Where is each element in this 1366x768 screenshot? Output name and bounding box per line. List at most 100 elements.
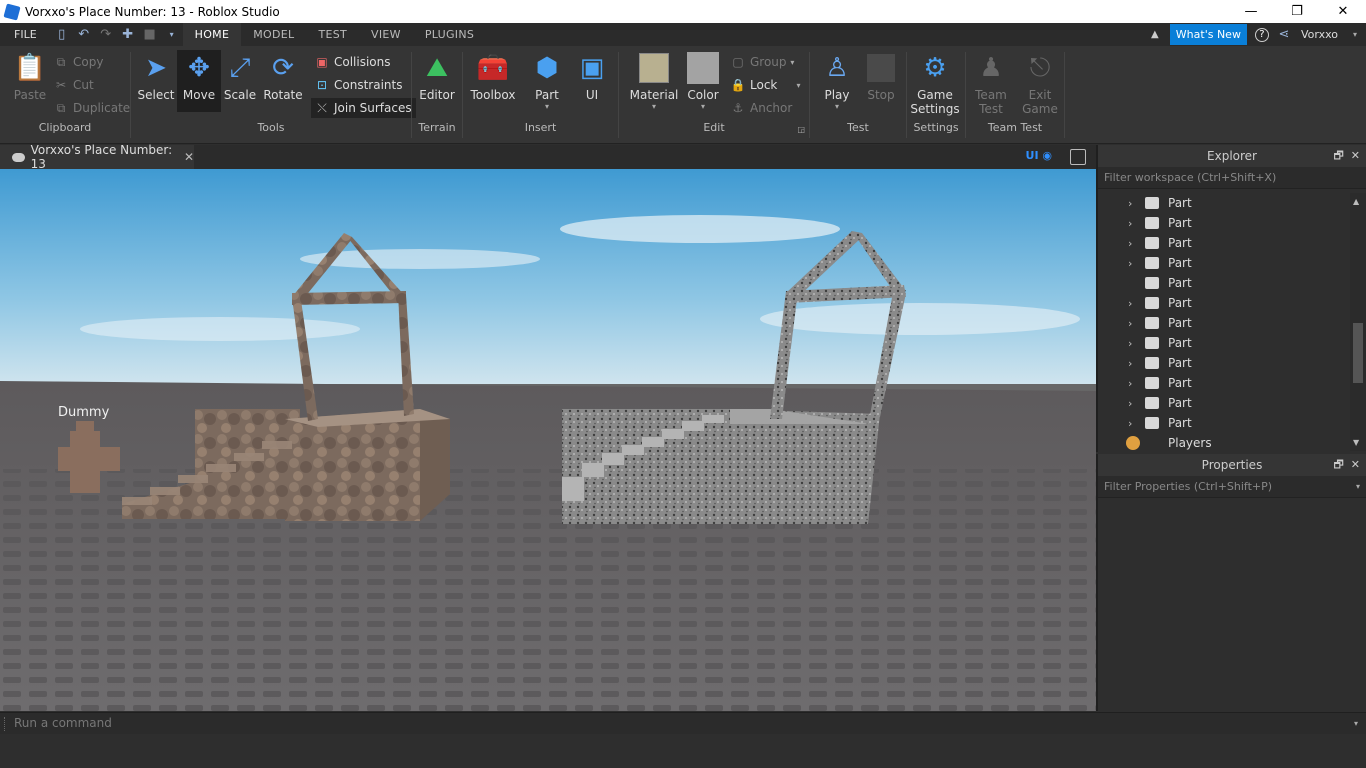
close-window-button[interactable]: ✕ [1320, 0, 1366, 23]
tree-item-part[interactable]: › Part [1098, 293, 1350, 313]
play-dropdown-icon[interactable]: ▾ [835, 102, 839, 111]
tree-item-part[interactable]: › Part [1098, 193, 1350, 213]
edit-expand-icon[interactable]: ◲ [797, 125, 805, 134]
explorer-scrollbar[interactable]: ▲ ▼ [1350, 193, 1366, 451]
tree-item-part[interactable]: › Part [1098, 373, 1350, 393]
color-dropdown-icon[interactable]: ▾ [701, 102, 705, 111]
anchor-button[interactable]: ⚓ Anchor [731, 98, 793, 118]
stop-button[interactable]: Stop [859, 50, 903, 112]
tree-item-part[interactable]: › Part [1098, 253, 1350, 273]
play-button[interactable]: ♙ Play ▾ [815, 50, 859, 112]
material-dropdown-icon[interactable]: ▾ [652, 102, 656, 111]
explorer-filter-input[interactable]: Filter workspace (Ctrl+Shift+X) [1098, 167, 1366, 189]
tree-item-part[interactable]: › Part [1098, 313, 1350, 333]
close-panel-icon[interactable]: ✕ [1351, 149, 1360, 162]
customize-quick-access-icon[interactable]: ▾ [165, 28, 179, 42]
scroll-down-icon[interactable]: ▼ [1353, 438, 1359, 447]
rotate-tool-button[interactable]: ⟳ Rotate [261, 50, 305, 112]
tab-plugins[interactable]: PLUGINS [413, 23, 486, 46]
expand-arrow-icon[interactable]: › [1128, 377, 1138, 390]
join-surfaces-toggle[interactable]: ⤬ Join Surfaces [311, 98, 416, 118]
user-dropdown-icon[interactable]: ▾ [1348, 28, 1362, 42]
scale-tool-button[interactable]: ⤢ Scale [218, 50, 262, 112]
place-document-tab[interactable]: Vorxxo's Place Number: 13 ✕ [0, 143, 194, 171]
tree-item-label: Part [1168, 316, 1192, 330]
move-tool-button[interactable]: ✥ Move [177, 50, 221, 112]
file-menu[interactable]: FILE [0, 28, 51, 41]
ui-visibility-toggle[interactable]: UI ◉ [1026, 149, 1052, 162]
close-panel-icon[interactable]: ✕ [1351, 458, 1360, 471]
collisions-toggle[interactable]: ▣ Collisions [315, 52, 390, 72]
select-tool-button[interactable]: ➤ Select [134, 50, 178, 112]
expand-arrow-icon[interactable]: › [1128, 237, 1138, 250]
toolbox-button[interactable]: 🧰 Toolbox [470, 50, 516, 112]
terrain-editor-button[interactable]: ⛰ Editor [415, 50, 459, 112]
chevron-down-icon[interactable]: ▾ [1354, 713, 1358, 734]
maximize-button[interactable]: ❐ [1274, 0, 1320, 23]
undo-icon[interactable]: ↶ [77, 27, 91, 42]
expand-arrow-icon[interactable]: › [1128, 257, 1138, 270]
constraints-toggle[interactable]: ⊡ Constraints [315, 75, 403, 95]
new-file-icon[interactable]: ▯ [55, 27, 69, 42]
minimize-button[interactable]: — [1228, 0, 1274, 23]
3d-viewport[interactable]: Dummy [0, 169, 1096, 711]
expand-arrow-icon[interactable]: › [1128, 297, 1138, 310]
tree-item-part[interactable]: › Part [1098, 413, 1350, 433]
expand-arrow-icon[interactable]: › [1128, 217, 1138, 230]
tab-home[interactable]: HOME [182, 23, 242, 46]
part-dropdown-icon[interactable]: ▾ [545, 102, 549, 111]
expand-arrow-icon[interactable]: › [1128, 197, 1138, 210]
share-icon[interactable]: ⋖ [1277, 27, 1291, 42]
undock-icon[interactable]: 🗗 [1333, 149, 1343, 162]
stop-icon [865, 52, 897, 84]
expand-arrow-icon[interactable]: › [1128, 337, 1138, 350]
color-button[interactable]: Color ▾ [681, 50, 725, 112]
scroll-thumb[interactable] [1353, 323, 1363, 383]
title-bar: Vorxxo's Place Number: 13 - Roblox Studi… [0, 0, 1366, 23]
properties-filter-input[interactable]: Filter Properties (Ctrl+Shift+P) ▾ [1098, 476, 1366, 498]
tree-item-part[interactable]: › Part [1098, 393, 1350, 413]
tree-item-part[interactable]: › Part [1098, 213, 1350, 233]
exit-game-button[interactable]: ⎋ Exit Game [1018, 50, 1062, 122]
expand-arrow-icon[interactable]: › [1128, 397, 1138, 410]
tab-model[interactable]: MODEL [241, 23, 306, 46]
expand-arrow-icon[interactable]: › [1128, 417, 1138, 430]
collapse-ribbon-icon[interactable]: ▲ [1148, 28, 1162, 42]
group-button[interactable]: ▢ Group ▾ [731, 52, 794, 72]
username-menu[interactable]: Vorxxo [1301, 28, 1338, 41]
team-test-button[interactable]: ♟ Team Test [969, 50, 1013, 122]
duplicate-button[interactable]: ⧉ Duplicate [54, 98, 130, 118]
game-settings-button[interactable]: ⚙ Game Settings [910, 50, 959, 122]
tree-item-part[interactable]: Part [1098, 273, 1350, 293]
lock-button[interactable]: 🔒 Lock ▾ [731, 75, 801, 95]
tree-item-part[interactable]: › Part [1098, 353, 1350, 373]
test-group-label: Test [847, 121, 869, 134]
publish-icon[interactable]: ✚ [121, 27, 135, 42]
help-icon[interactable]: ? [1254, 27, 1269, 42]
scroll-up-icon[interactable]: ▲ [1353, 197, 1359, 206]
ui-insert-button[interactable]: ▣ UI [570, 50, 614, 112]
copy-button[interactable]: ⧉ Copy [54, 52, 104, 72]
device-emulator-icon[interactable] [1070, 149, 1086, 165]
paste-button[interactable]: 📋 Paste [8, 50, 52, 112]
undock-icon[interactable]: 🗗 [1333, 458, 1343, 471]
stop-quick-icon[interactable]: ■ [143, 27, 157, 42]
part-button[interactable]: ⬢ Part ▾ [525, 50, 569, 112]
tree-item-label: Part [1168, 256, 1192, 270]
redo-icon[interactable]: ↷ [99, 27, 113, 42]
chevron-down-icon[interactable]: ▾ [1356, 476, 1360, 498]
close-tab-icon[interactable]: ✕ [184, 150, 194, 164]
expand-arrow-icon[interactable]: › [1128, 317, 1138, 330]
test-group: ♙ Play ▾ Stop Test [810, 46, 906, 142]
cut-button[interactable]: ✂ Cut [54, 75, 94, 95]
tree-item-part[interactable]: › Part [1098, 233, 1350, 253]
whats-new-button[interactable]: What's New [1169, 24, 1247, 45]
expand-arrow-icon[interactable]: › [1128, 357, 1138, 370]
tab-view[interactable]: VIEW [359, 23, 413, 46]
tab-test[interactable]: TEST [306, 23, 359, 46]
tools-group: ➤ Select ✥ Move ⤢ Scale ⟳ Rotate ▣ Collis… [131, 46, 416, 142]
material-button[interactable]: Material ▾ [630, 50, 678, 112]
command-bar[interactable]: Run a command ▾ [0, 712, 1366, 734]
tree-item-part[interactable]: › Part [1098, 333, 1350, 353]
tree-item-players[interactable]: Players [1098, 433, 1350, 451]
